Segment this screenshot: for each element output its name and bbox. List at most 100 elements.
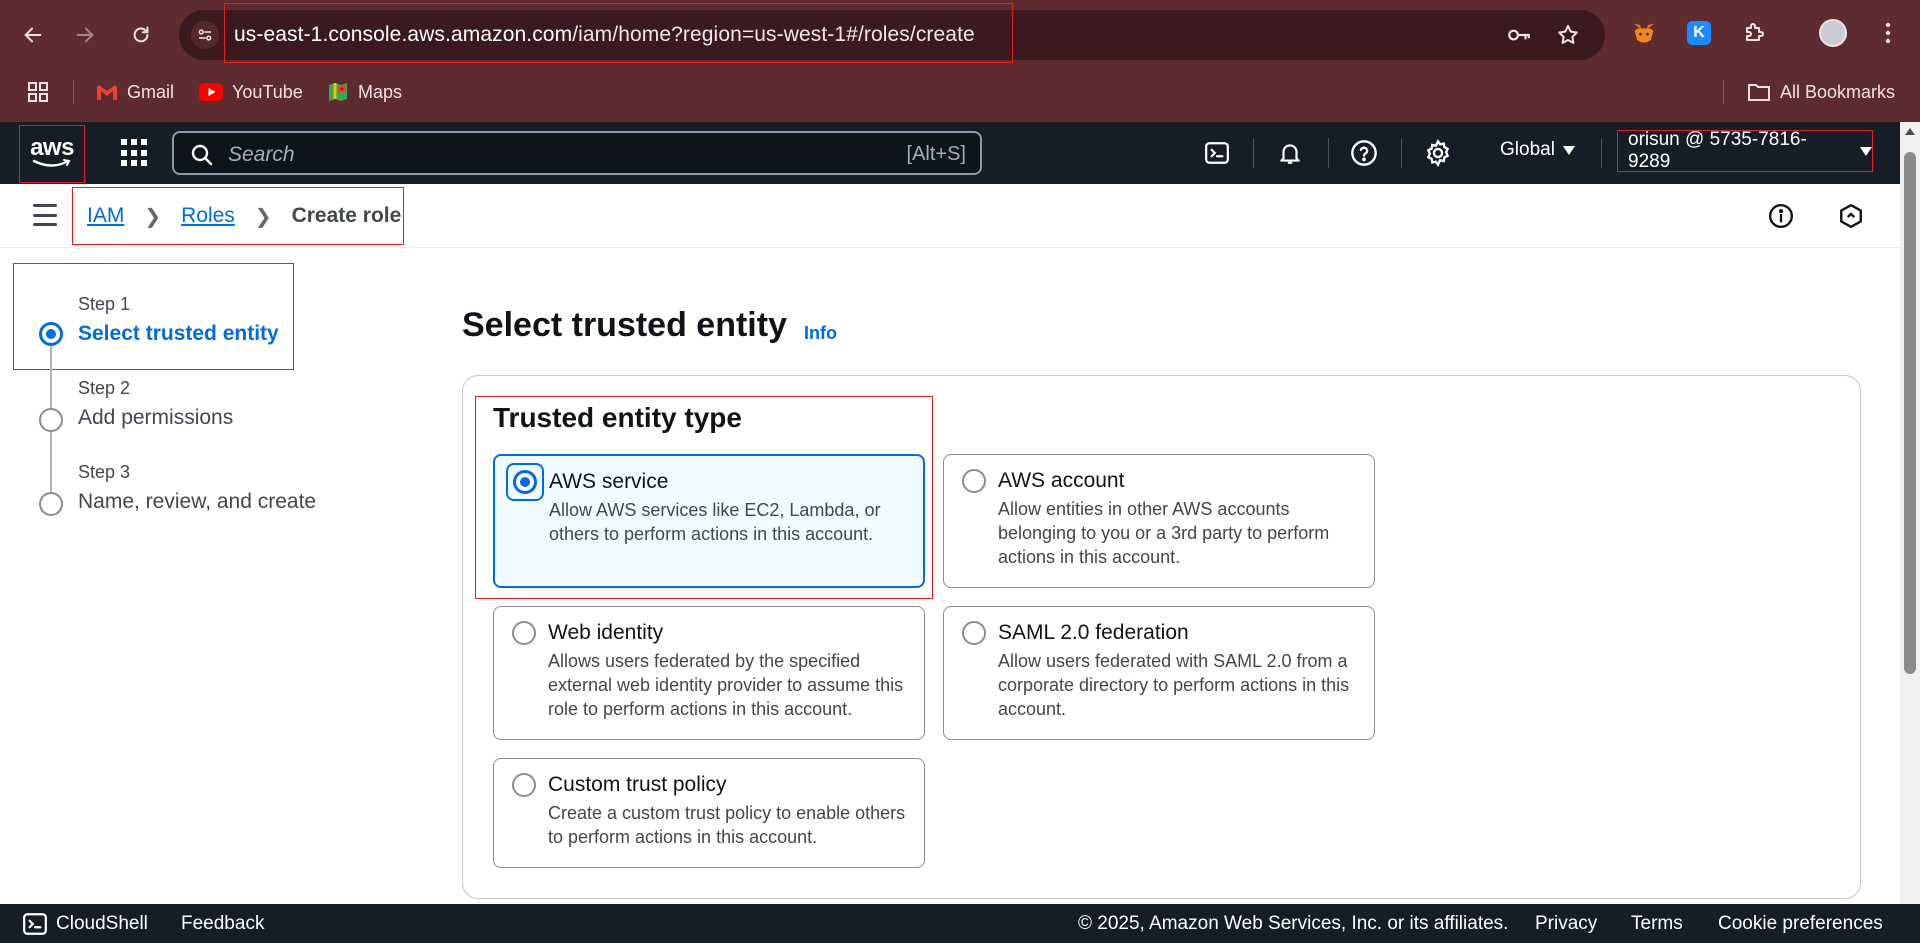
nav-separator	[1601, 138, 1602, 168]
scrollbar-thumb[interactable]	[1904, 152, 1916, 674]
browser-toolbar: us-east-1.console.aws.amazon.com/iam/hom…	[0, 0, 1920, 70]
chevron-right-icon: ❯	[144, 205, 162, 228]
account-label: orisun @ 5735-7816-9289	[1628, 129, 1807, 172]
breadcrumb-current: Create role	[291, 204, 402, 227]
feedback-link[interactable]: Feedback	[181, 913, 264, 935]
aws-logo[interactable]: aws	[19, 125, 85, 183]
cloudshell-icon[interactable]	[1202, 138, 1232, 168]
bookmarks-separator	[1723, 80, 1724, 104]
bookmark-youtube[interactable]: YouTube	[199, 80, 303, 104]
region-selector[interactable]: Global	[1500, 139, 1575, 161]
radio-saml-federation[interactable]	[962, 621, 986, 645]
feedback-panel-icon[interactable]	[1837, 202, 1865, 230]
notifications-bell-icon[interactable]	[1275, 138, 1305, 168]
option-custom-trust-policy[interactable]: Custom trust policy Create a custom trus…	[493, 758, 925, 868]
step-2-number: Step 2	[78, 378, 131, 398]
url-path: /iam/home?region=us-west-1#/roles/create	[572, 23, 975, 46]
option-description: Create a custom trust policy to enable o…	[548, 803, 906, 847]
cloudshell-label: CloudShell	[56, 913, 148, 934]
bookmark-star-icon[interactable]	[1555, 22, 1581, 48]
option-aws-service[interactable]: AWS service Allow AWS services like EC2,…	[493, 454, 925, 588]
help-icon[interactable]	[1349, 138, 1379, 168]
terms-link[interactable]: Terms	[1631, 913, 1683, 935]
nav-separator	[1401, 138, 1402, 168]
side-nav-menu-icon[interactable]	[33, 204, 57, 226]
option-web-identity[interactable]: Web identity Allows users federated by t…	[493, 606, 925, 740]
current-step-highlight	[13, 263, 294, 370]
step-2-indicator	[39, 408, 63, 432]
option-title: AWS account	[998, 469, 1125, 492]
search-placeholder: Search	[228, 143, 295, 166]
radio-custom-trust-policy[interactable]	[512, 773, 536, 797]
browser-menu-icon[interactable]	[1873, 18, 1903, 48]
bookmark-youtube-label: YouTube	[232, 81, 303, 102]
address-bar[interactable]: us-east-1.console.aws.amazon.com/iam/hom…	[179, 3, 1605, 63]
breadcrumb-iam[interactable]: IAM	[87, 204, 124, 228]
info-link[interactable]: Info	[804, 323, 837, 344]
info-panel-icon[interactable]	[1767, 202, 1795, 230]
panel-title: Trusted entity type	[493, 402, 742, 433]
step-connector	[50, 432, 52, 492]
bookmarks-bar: Gmail YouTube Maps All Bookmarks	[0, 72, 1920, 112]
breadcrumb-roles[interactable]: Roles	[181, 204, 235, 228]
aws-top-nav: aws Search [Alt+S] Global orisun @ 5735-…	[0, 122, 1900, 184]
step-3-number: Step 3	[78, 462, 131, 482]
radio-web-identity[interactable]	[512, 621, 536, 645]
step-3-title: Name, review, and create	[78, 490, 317, 513]
services-menu-icon[interactable]	[121, 139, 149, 167]
back-icon[interactable]	[15, 17, 51, 53]
console-search-input[interactable]: Search [Alt+S]	[172, 131, 982, 175]
nav-separator	[1253, 138, 1254, 168]
account-menu[interactable]: orisun @ 5735-7816-9289	[1617, 129, 1873, 172]
aws-smile-icon	[32, 159, 71, 167]
bookmark-gmail-label: Gmail	[127, 81, 175, 102]
copyright-text: © 2025, Amazon Web Services, Inc. or its…	[1078, 913, 1509, 934]
breadcrumb: IAM ❯ Roles ❯ Create role	[72, 187, 404, 245]
all-bookmarks-label: All Bookmarks	[1780, 81, 1896, 102]
step-1-number: Step 1	[78, 294, 131, 314]
k-extension-icon[interactable]: K	[1684, 18, 1714, 48]
site-settings-icon[interactable]	[191, 21, 219, 49]
region-label: Global	[1500, 139, 1555, 160]
step-2-title: Add permissions	[78, 406, 234, 429]
console-footer: CloudShell Feedback © 2025, Amazon Web S…	[0, 904, 1920, 943]
radio-aws-service[interactable]	[513, 470, 537, 494]
bookmark-gmail[interactable]: Gmail	[96, 80, 174, 104]
option-title: Custom trust policy	[548, 773, 727, 796]
cookie-preferences-link[interactable]: Cookie preferences	[1718, 913, 1883, 935]
password-key-icon[interactable]	[1506, 22, 1532, 48]
bookmark-maps[interactable]: Maps	[327, 80, 402, 104]
page-scrollbar[interactable]	[1900, 122, 1920, 904]
nav-separator	[1328, 138, 1329, 168]
reload-icon[interactable]	[123, 17, 159, 53]
step-connector	[50, 346, 52, 408]
search-icon	[191, 144, 213, 166]
search-shortcut: [Alt+S]	[906, 143, 966, 165]
option-saml-federation[interactable]: SAML 2.0 federation Allow users federate…	[943, 606, 1375, 740]
caret-down-icon	[1860, 146, 1872, 156]
scroll-up-icon[interactable]	[1905, 128, 1915, 135]
apps-grid-icon[interactable]	[27, 80, 49, 104]
folder-icon	[1748, 84, 1770, 101]
step-1-title[interactable]: Select trusted entity	[78, 322, 279, 346]
step-3-indicator	[39, 492, 63, 516]
option-aws-account[interactable]: AWS account Allow entities in other AWS …	[943, 454, 1375, 588]
privacy-link[interactable]: Privacy	[1535, 913, 1597, 935]
option-description: Allow entities in other AWS accounts bel…	[998, 499, 1330, 567]
option-title: AWS service	[549, 470, 669, 493]
page-title: Select trusted entity	[462, 306, 787, 344]
profile-avatar[interactable]	[1818, 18, 1848, 48]
extensions-puzzle-icon[interactable]	[1739, 18, 1769, 48]
bookmark-maps-label: Maps	[358, 81, 403, 102]
radio-aws-account[interactable]	[962, 469, 986, 493]
url-text[interactable]: us-east-1.console.aws.amazon.com/iam/hom…	[234, 23, 975, 47]
bookmarks-separator	[73, 80, 74, 104]
metamask-extension-icon[interactable]	[1629, 18, 1659, 48]
cloudshell-button[interactable]: CloudShell	[22, 911, 148, 937]
url-host: us-east-1.console.aws.amazon.com	[234, 23, 573, 46]
all-bookmarks-button[interactable]: All Bookmarks	[1747, 80, 1895, 104]
settings-gear-icon[interactable]	[1423, 138, 1453, 168]
option-title: Web identity	[548, 621, 664, 644]
forward-icon[interactable]	[67, 17, 103, 53]
option-description: Allow AWS services like EC2, Lambda, or …	[549, 500, 881, 544]
